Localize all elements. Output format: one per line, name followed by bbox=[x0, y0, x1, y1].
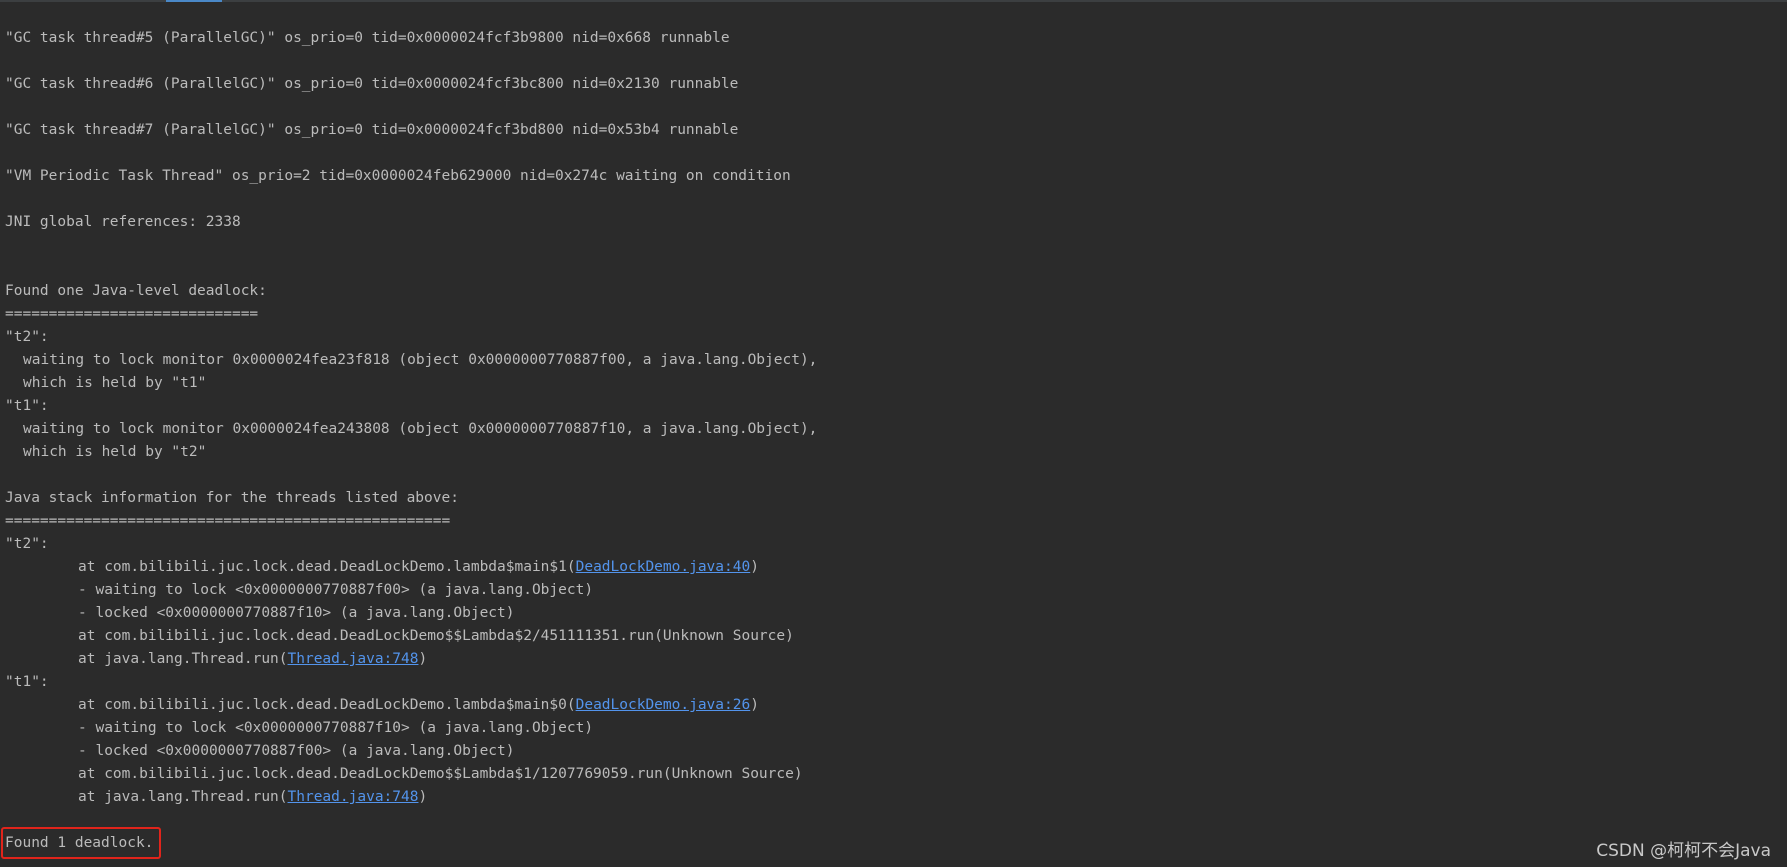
source-link[interactable]: DeadLockDemo.java:26 bbox=[576, 697, 751, 713]
highlight-box bbox=[1, 827, 161, 859]
console-line-t1-held: which is held by "t2" bbox=[23, 444, 207, 460]
frame-text: ) bbox=[750, 697, 759, 713]
console-line-stack-t2-frame4: at com.bilibili.juc.lock.dead.DeadLockDe… bbox=[78, 628, 794, 644]
console-line-stack-info: Java stack information for the threads l… bbox=[5, 490, 459, 506]
console-line-stack-t2-header: "t2": bbox=[5, 536, 49, 552]
frame-text: at java.lang.Thread.run( bbox=[78, 651, 288, 667]
console-line-stack-t1-header: "t1": bbox=[5, 674, 49, 690]
console-line-gc5: "GC task thread#5 (ParallelGC)" os_prio=… bbox=[5, 30, 730, 46]
console-line-stack-t1-frame2: - waiting to lock <0x0000000770887f10> (… bbox=[78, 720, 594, 736]
console-line-stack-t1-frame1: at com.bilibili.juc.lock.dead.DeadLockDe… bbox=[5, 694, 1787, 717]
console-line-stack-t1-frame5: at java.lang.Thread.run(Thread.java:748) bbox=[5, 786, 1787, 809]
console-line-t2-header: "t2": bbox=[5, 329, 49, 345]
console-line-separator: ========================================… bbox=[5, 513, 451, 529]
frame-text: at java.lang.Thread.run( bbox=[78, 789, 288, 805]
console-line-vm-periodic: "VM Periodic Task Thread" os_prio=2 tid=… bbox=[5, 168, 791, 184]
console-line-separator: ============================= bbox=[5, 306, 259, 322]
frame-text: ) bbox=[750, 559, 759, 575]
source-link[interactable]: Thread.java:748 bbox=[288, 651, 419, 667]
source-link[interactable]: Thread.java:748 bbox=[288, 789, 419, 805]
console-line-gc7: "GC task thread#7 (ParallelGC)" os_prio=… bbox=[5, 122, 739, 138]
active-tab-indicator bbox=[166, 0, 222, 2]
watermark: CSDN @柯柯不会Java bbox=[1596, 841, 1771, 861]
console-line-stack-t1-frame4: at com.bilibili.juc.lock.dead.DeadLockDe… bbox=[78, 766, 803, 782]
console-line-found-one: Found one Java-level deadlock: bbox=[5, 283, 267, 299]
console-line-stack-t2-frame5: at java.lang.Thread.run(Thread.java:748) bbox=[5, 648, 1787, 671]
frame-text: ) bbox=[418, 651, 428, 667]
console-line-t2-waiting: waiting to lock monitor 0x0000024fea23f8… bbox=[23, 352, 818, 368]
top-border bbox=[0, 0, 1787, 2]
console-line-t2-held: which is held by "t1" bbox=[23, 375, 207, 391]
console-line-stack-t2-frame3: - locked <0x0000000770887f10> (a java.la… bbox=[78, 605, 515, 621]
frame-text: at com.bilibili.juc.lock.dead.DeadLockDe… bbox=[78, 697, 576, 713]
console-line-jni: JNI global references: 2338 bbox=[5, 214, 241, 230]
console-line-t1-waiting: waiting to lock monitor 0x0000024fea2438… bbox=[23, 421, 818, 437]
console-line-found-1-deadlock: Found 1 deadlock. bbox=[5, 835, 154, 851]
source-link[interactable]: DeadLockDemo.java:40 bbox=[576, 559, 751, 575]
frame-text: at com.bilibili.juc.lock.dead.DeadLockDe… bbox=[78, 559, 576, 575]
console-line-stack-t1-frame3: - locked <0x0000000770887f00> (a java.la… bbox=[78, 743, 515, 759]
console-line-gc6: "GC task thread#6 (ParallelGC)" os_prio=… bbox=[5, 76, 739, 92]
console-line-stack-t2-frame1: at com.bilibili.juc.lock.dead.DeadLockDe… bbox=[5, 556, 1787, 579]
console-line-stack-t2-frame2: - waiting to lock <0x0000000770887f00> (… bbox=[78, 582, 594, 598]
frame-text: ) bbox=[418, 789, 428, 805]
console-output: "GC task thread#5 (ParallelGC)" os_prio=… bbox=[5, 27, 1787, 855]
console-line-t1-header: "t1": bbox=[5, 398, 49, 414]
